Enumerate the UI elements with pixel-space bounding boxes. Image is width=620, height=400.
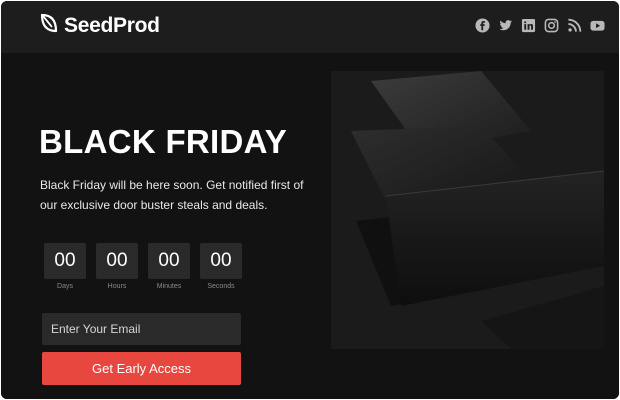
countdown-value: 00 (44, 243, 86, 279)
countdown-value: 00 (148, 243, 190, 279)
rss-icon[interactable] (566, 17, 582, 33)
header-bar: SeedProd (1, 1, 619, 53)
twitter-icon[interactable] (497, 17, 513, 33)
get-early-access-button[interactable]: Get Early Access (42, 352, 241, 385)
countdown-label: Minutes (156, 283, 182, 290)
countdown-hours: 00 Hours (96, 243, 138, 290)
youtube-icon[interactable] (589, 17, 605, 33)
page-frame: SeedProd BLACK FRIDAY Black Friday will … (1, 1, 619, 399)
countdown-label: Hours (107, 283, 127, 290)
brand-logo[interactable]: SeedProd (39, 12, 160, 39)
countdown-timer: 00 Days 00 Hours 00 Minutes 00 Seconds (44, 243, 242, 290)
page-title: BLACK FRIDAY (39, 123, 288, 160)
leaf-icon (39, 12, 59, 39)
email-input[interactable] (42, 313, 241, 345)
hero-section: BLACK FRIDAY Black Friday will be here s… (1, 53, 619, 399)
brand-name: SeedProd (64, 13, 160, 37)
countdown-seconds: 00 Seconds (200, 243, 242, 290)
countdown-label: Days (57, 283, 73, 290)
hero-image (331, 71, 604, 349)
instagram-icon[interactable] (543, 17, 559, 33)
social-links (474, 17, 605, 33)
countdown-days: 00 Days (44, 243, 86, 290)
countdown-value: 00 (96, 243, 138, 279)
page-description: Black Friday will be here soon. Get noti… (40, 178, 304, 212)
linkedin-icon[interactable] (520, 17, 536, 33)
countdown-value: 00 (200, 243, 242, 279)
countdown-label: Seconds (207, 283, 235, 290)
countdown-minutes: 00 Minutes (148, 243, 190, 290)
facebook-icon[interactable] (474, 17, 490, 33)
